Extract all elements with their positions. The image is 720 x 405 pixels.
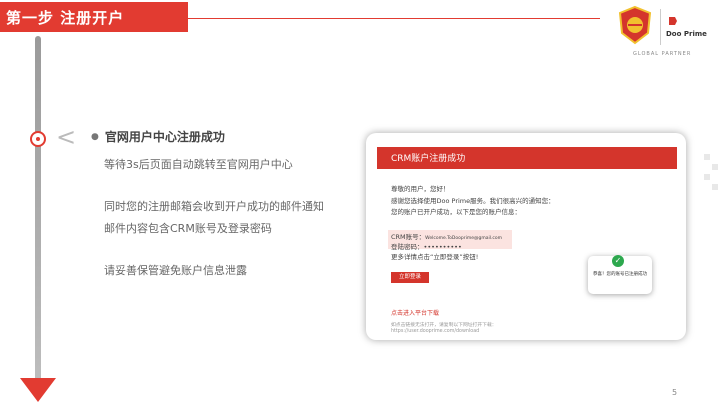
crm-account-row: CRM账号：Welcome.ToDooprime@gmail.com [391, 231, 502, 241]
email-header-title: CRM账户注册成功 [391, 154, 466, 164]
page-number: 5 [672, 388, 678, 397]
toast-message: 恭喜！您的账号已注册成功 [593, 272, 647, 277]
brand-logos: Doo Prime GLOBAL PARTNER [608, 3, 716, 63]
title-rule [188, 18, 600, 19]
step-line: 同时您的注册邮箱会收到开户成功的邮件通知 [104, 200, 324, 213]
bullet-icon: ● [91, 132, 99, 142]
email-greeting: 尊敬的用户，您好！ [391, 185, 450, 193]
chevron-left-icon: < [56, 123, 77, 151]
timeline-current-dot [30, 131, 46, 147]
partner-label: GLOBAL PARTNER [633, 51, 692, 57]
email-body-line: 您的账户已开户成功，以下是您的账户信息： [391, 208, 521, 216]
step-title-text: 官网用户中心注册成功 [104, 130, 225, 144]
club-crest-icon [618, 5, 652, 45]
doo-prime-name: Doo Prime [666, 30, 707, 38]
download-url[interactable]: https://user.dooprime.com/download [391, 329, 479, 334]
decorative-pattern-icon [704, 154, 718, 190]
email-more-info: 更多详情点击“立即登录”按钮! [391, 253, 479, 261]
crm-account-label: CRM账号： [391, 233, 426, 241]
step-heading: ● 官网用户中心注册成功 [91, 128, 225, 145]
step-line: 请妥善保管避免账户信息泄露 [104, 264, 247, 277]
email-fallback-note: 如点击链接无法打开，请复制以下网址打开下载： [391, 323, 497, 328]
step-line: 邮件内容包含CRM账号及登录密码 [104, 222, 272, 235]
step-line: 等待3s后页面自动跳转至官网用户中心 [104, 158, 293, 171]
email-screenshot-card: CRM账户注册成功 尊敬的用户，您好！ 感谢您选择使用Doo Prime服务。我… [366, 133, 686, 340]
password-row: 登陆密码：•••••••••• [391, 241, 462, 251]
title-banner: 第一步 注册开户 [0, 2, 188, 32]
email-body-line: 感谢您选择使用Doo Prime服务。我们很高兴的通知您： [391, 197, 555, 205]
success-toast: ✓ 恭喜！您的账号已注册成功 [588, 255, 652, 294]
email-header: CRM账户注册成功 [377, 147, 677, 169]
platform-download-link[interactable]: 点击进入平台下载 [391, 308, 439, 317]
page-title: 第一步 注册开户 [6, 9, 125, 27]
timeline-arrow-icon [20, 378, 56, 402]
password-label: 登陆密码： [391, 243, 424, 251]
login-now-button[interactable]: 立即登录 [391, 272, 429, 283]
password-value: •••••••••• [423, 243, 462, 251]
doo-prime-logo-icon [669, 17, 677, 25]
progress-timeline [35, 36, 41, 382]
logo-divider [660, 9, 661, 45]
checkmark-icon: ✓ [612, 255, 624, 267]
